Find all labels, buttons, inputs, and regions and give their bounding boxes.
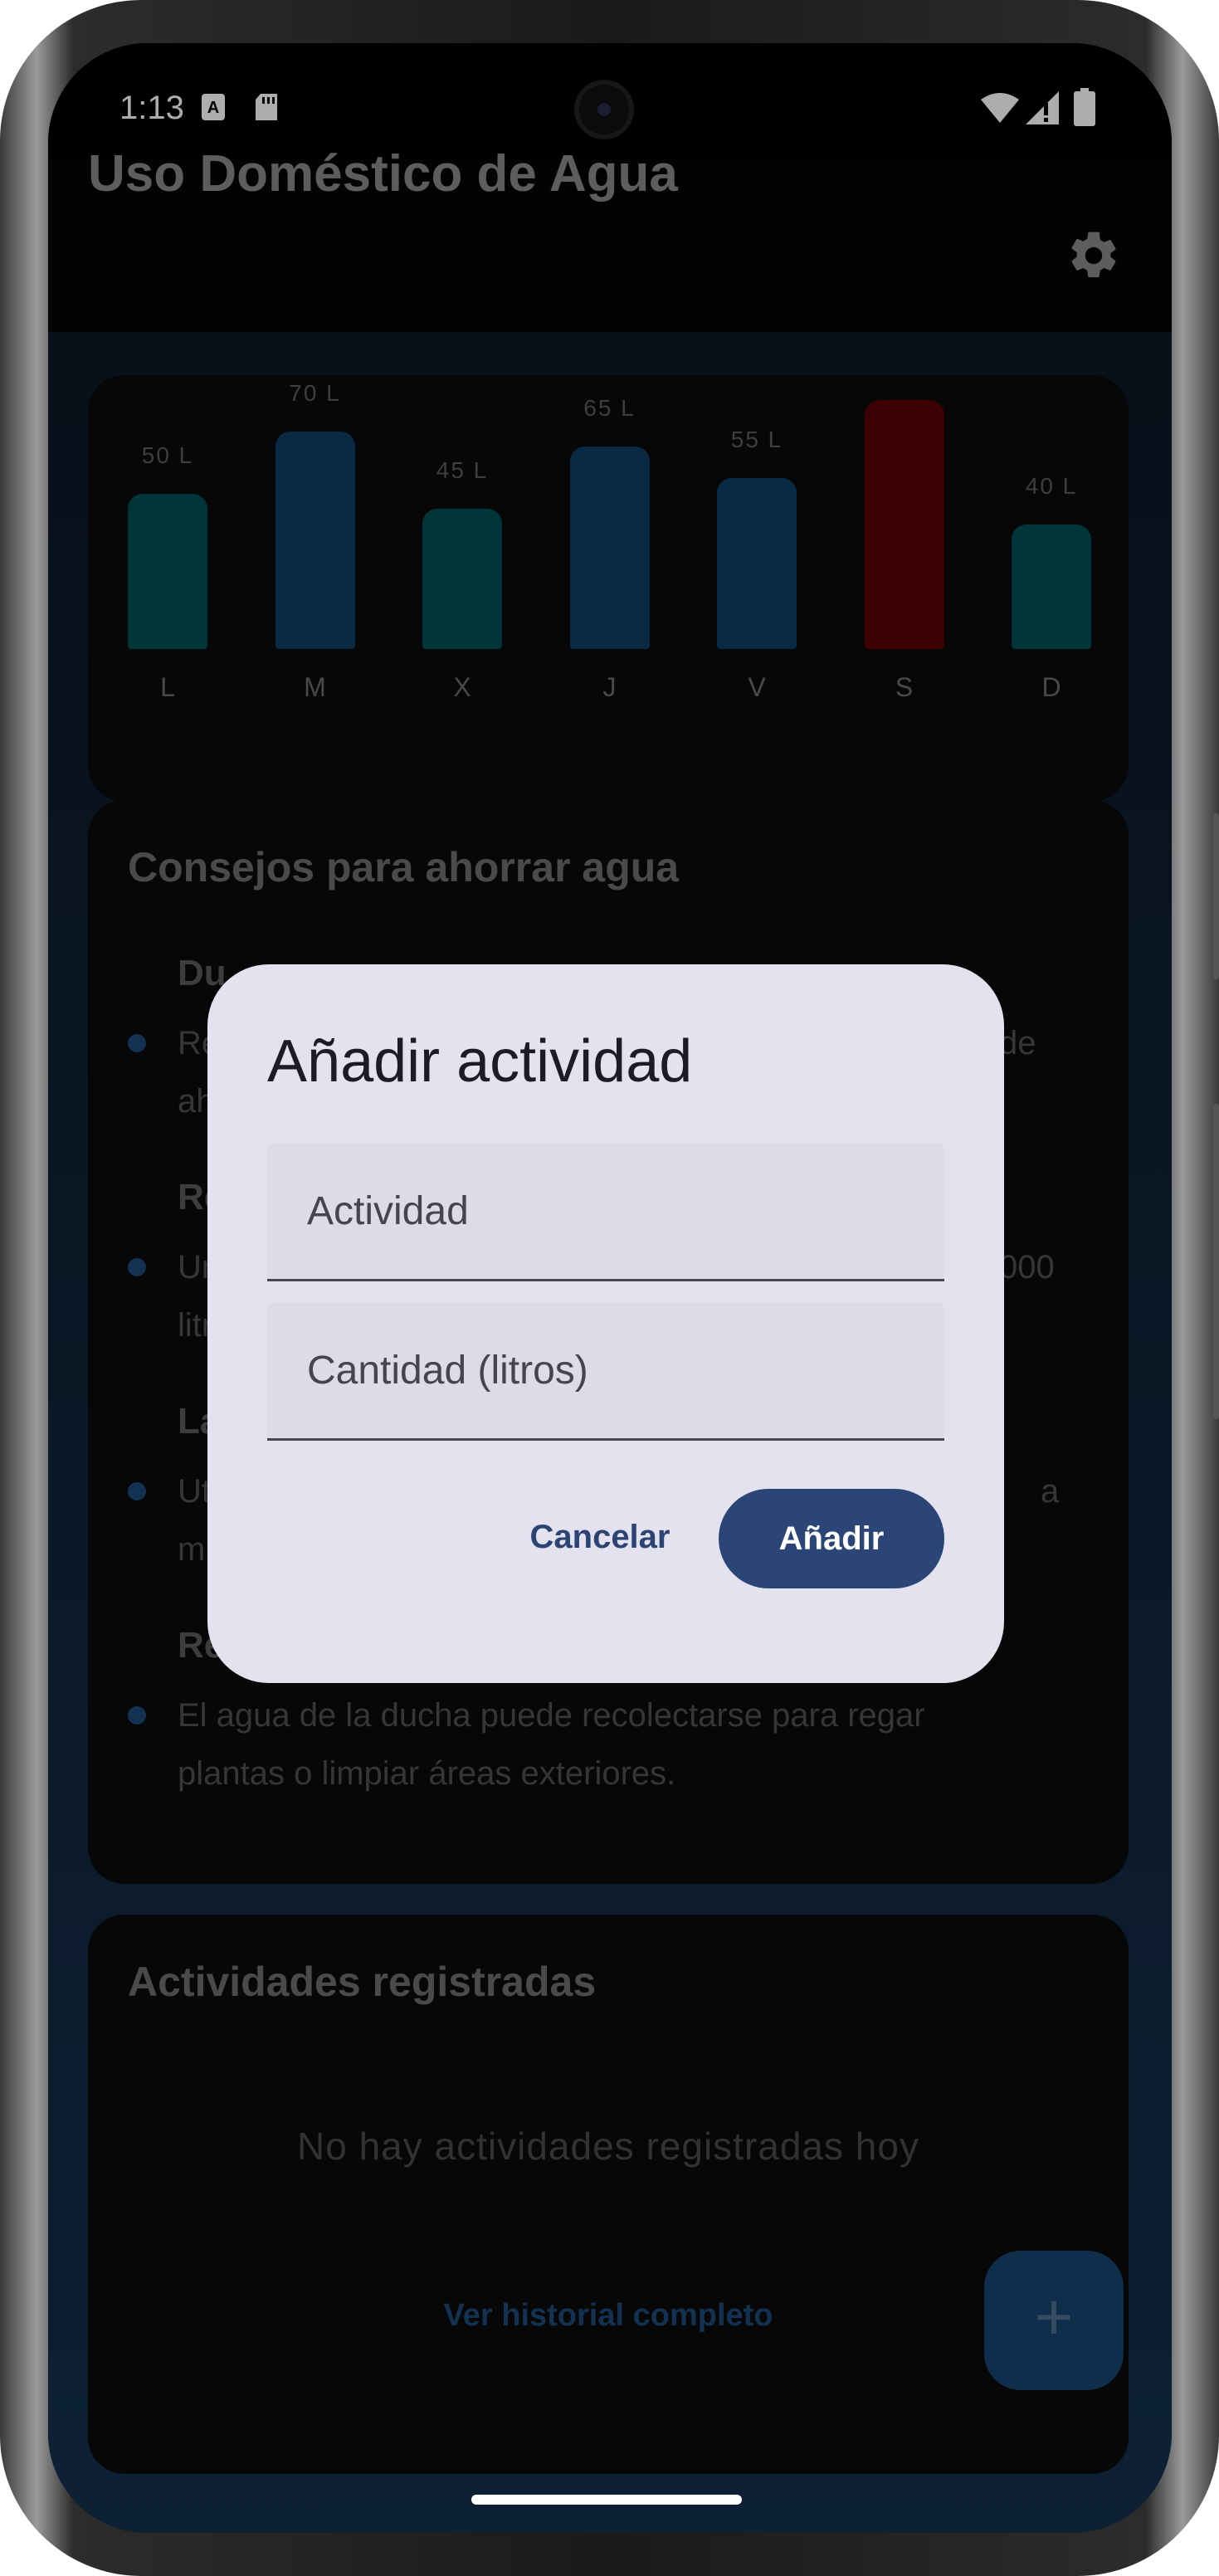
activity-input[interactable] bbox=[267, 1144, 944, 1279]
screen: 1:13 A Uso Doméstico de Agua 50 L L 70 L… bbox=[48, 43, 1172, 2533]
home-indicator[interactable] bbox=[471, 2495, 742, 2505]
power-button bbox=[1213, 813, 1219, 979]
amount-input[interactable] bbox=[267, 1303, 944, 1438]
add-button[interactable]: Añadir bbox=[719, 1489, 944, 1588]
amount-field bbox=[267, 1303, 944, 1441]
add-activity-dialog: Añadir actividad Cancelar Añadir bbox=[207, 964, 1004, 1683]
volume-button bbox=[1213, 1104, 1219, 1419]
activity-field bbox=[267, 1144, 944, 1281]
cancel-button[interactable]: Cancelar bbox=[513, 1487, 687, 1587]
dialog-title: Añadir actividad bbox=[267, 1028, 693, 1095]
